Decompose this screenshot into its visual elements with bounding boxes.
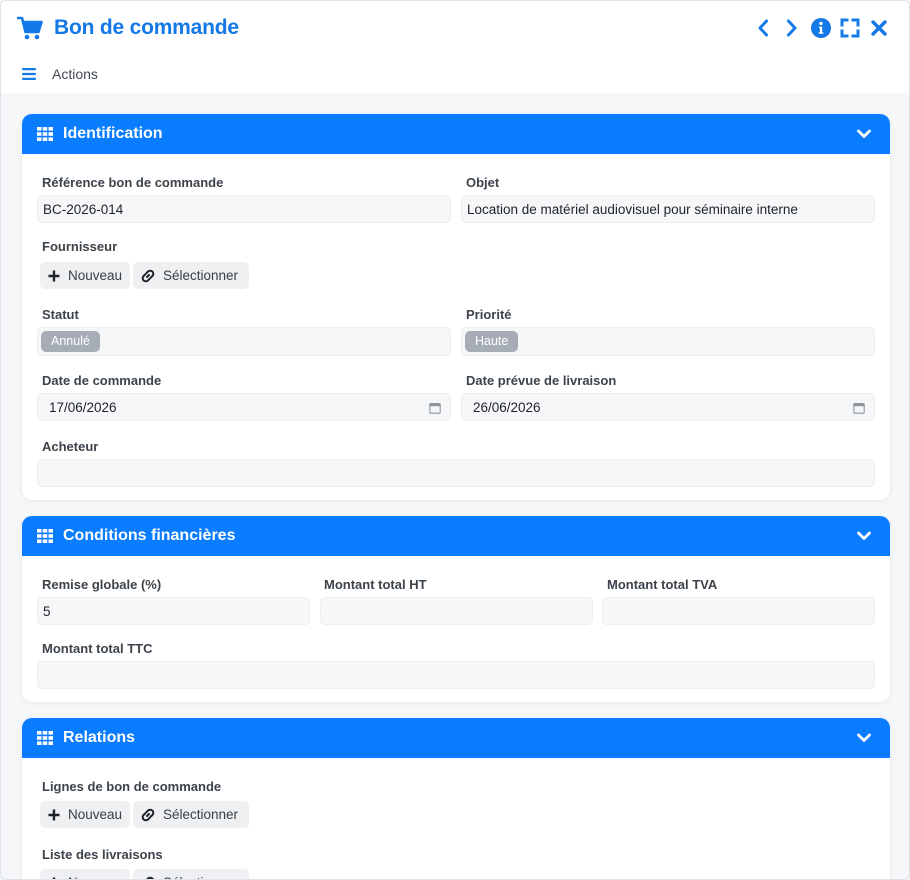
shopping-cart-icon: [17, 16, 43, 40]
financial-panel: Conditions financières Remise globale (%…: [22, 516, 890, 702]
relations-panel-header[interactable]: Relations: [22, 718, 890, 758]
purchase-order-window: Bon de commande Actions Identification R…: [0, 0, 910, 880]
chevron-right-icon: [787, 19, 797, 37]
close-button[interactable]: [867, 15, 891, 41]
statut-label: Statut: [42, 307, 79, 322]
objet-value: Location de matériel audiovisuel pour sé…: [467, 201, 798, 217]
remise-label: Remise globale (%): [42, 577, 162, 592]
reference-field[interactable]: BC-2026-014: [37, 195, 451, 223]
plus-icon: [48, 809, 60, 820]
chevron-down-icon[interactable]: [856, 528, 872, 544]
lignes-label: Lignes de bon de commande: [42, 779, 222, 794]
window-title: Bon de commande: [54, 16, 239, 39]
actions-bar: Actions: [1, 55, 909, 93]
acheteur-label: Acheteur: [42, 439, 99, 454]
relations-panel: Relations Lignes de bon de commande Nouv…: [22, 718, 890, 879]
date-livraison-value: 26/06/2026: [473, 399, 541, 415]
select-label: Sélectionner: [163, 807, 239, 822]
remise-field[interactable]: 5: [37, 597, 310, 625]
date-commande-label: Date de commande: [42, 373, 162, 388]
link-icon: [141, 808, 155, 821]
reference-value: BC-2026-014: [43, 201, 124, 217]
actions-menu[interactable]: Actions: [52, 66, 98, 82]
panel-title: Relations: [63, 729, 136, 746]
tva-label: Montant total TVA: [607, 577, 718, 592]
priority-badge: Haute: [465, 331, 519, 352]
expand-icon: [840, 18, 860, 38]
info-icon: [811, 18, 831, 38]
priorite-field[interactable]: Haute: [461, 327, 875, 356]
ttc-field[interactable]: [37, 661, 875, 689]
panel-title: Conditions financières: [63, 527, 236, 544]
maximize-button[interactable]: [838, 15, 862, 41]
remise-value: 5: [43, 603, 51, 619]
select-label: Sélectionner: [163, 268, 239, 283]
chevron-left-icon: [758, 19, 768, 37]
new-label: Nouveau: [67, 268, 122, 283]
plus-icon: [52, 877, 56, 879]
ttc-label: Montant total TTC: [42, 641, 153, 656]
chevron-down-icon[interactable]: [856, 730, 872, 746]
lignes-select-button[interactable]: Sélectionner: [133, 801, 249, 828]
objet-label: Objet: [466, 175, 500, 190]
next-button[interactable]: [780, 15, 804, 41]
livraisons-new-button[interactable]: Nouveau: [40, 869, 130, 879]
identification-panel-header[interactable]: Identification: [22, 114, 890, 154]
select-label: Sélectionner: [163, 875, 238, 879]
panel-title: Identification: [63, 125, 163, 142]
new-label: Nouveau: [68, 875, 122, 879]
date-commande-field[interactable]: 17/06/2026: [37, 393, 451, 421]
window-controls: [751, 15, 891, 41]
chevron-down-icon[interactable]: [856, 126, 872, 142]
reference-label: Référence bon de commande: [42, 175, 224, 190]
table-icon: [37, 127, 53, 141]
lignes-new-button[interactable]: Nouveau: [40, 801, 130, 828]
financial-panel-header[interactable]: Conditions financières: [22, 516, 890, 556]
fournisseur-label: Fournisseur: [42, 239, 118, 254]
livraisons-select-button[interactable]: Sélectionner: [133, 869, 249, 879]
previous-button[interactable]: [751, 15, 775, 41]
ht-field[interactable]: [320, 597, 593, 625]
close-icon: [871, 20, 887, 36]
date-livraison-label: Date prévue de livraison: [466, 373, 617, 388]
title-bar: Bon de commande: [1, 1, 909, 55]
calendar-icon[interactable]: [853, 402, 865, 414]
plus-icon: [48, 270, 60, 281]
statut-field[interactable]: Annulé: [37, 327, 451, 356]
hamburger-menu-icon[interactable]: [22, 68, 36, 80]
tva-field[interactable]: [602, 597, 875, 625]
fournisseur-new-button[interactable]: Nouveau: [40, 262, 130, 289]
status-badge: Annulé: [41, 331, 100, 352]
objet-field[interactable]: Location de matériel audiovisuel pour sé…: [461, 195, 875, 223]
table-icon: [37, 731, 53, 745]
livraisons-label: Liste des livraisons: [42, 847, 163, 862]
priorite-label: Priorité: [466, 307, 512, 322]
link-icon: [141, 269, 155, 282]
acheteur-field[interactable]: [37, 459, 875, 487]
identification-panel: Identification Référence bon de commande…: [22, 114, 890, 500]
info-button[interactable]: [809, 15, 833, 41]
table-icon: [37, 529, 53, 543]
date-commande-value: 17/06/2026: [49, 399, 117, 415]
date-livraison-field[interactable]: 26/06/2026: [461, 393, 875, 421]
link-icon: [145, 876, 155, 879]
calendar-icon[interactable]: [429, 402, 441, 414]
ht-label: Montant total HT: [324, 577, 427, 592]
fournisseur-select-button[interactable]: Sélectionner: [133, 262, 249, 289]
new-label: Nouveau: [67, 807, 122, 822]
